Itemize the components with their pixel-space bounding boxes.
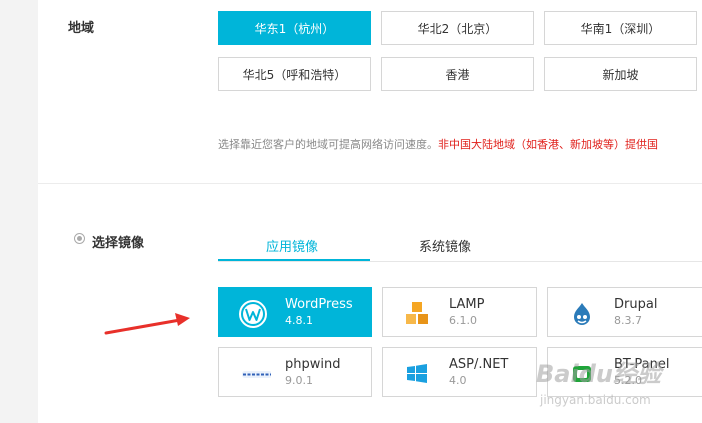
- tab-app-images[interactable]: 应用镜像: [266, 236, 318, 255]
- region-option-hangzhou[interactable]: 华东1（杭州）: [218, 11, 371, 45]
- lamp-cubes-icon: [406, 302, 428, 324]
- region-option-huhehaote[interactable]: 华北5（呼和浩特）: [218, 57, 371, 91]
- section-divider: [38, 183, 702, 184]
- image-version: 8.3.7: [614, 314, 642, 327]
- region-option-hongkong[interactable]: 香港: [381, 57, 534, 91]
- image-name: Drupal: [614, 297, 658, 312]
- watermark: Baidu经验: [536, 360, 661, 388]
- image-version: 6.1.0: [449, 314, 477, 327]
- image-name: ASP/.NET: [449, 357, 509, 372]
- image-version: 4.8.1: [285, 314, 313, 327]
- image-card-aspnet[interactable]: ASP/.NET 4.0: [382, 347, 537, 397]
- phpwind-logo-icon: [242, 371, 271, 378]
- image-name: phpwind: [285, 357, 341, 372]
- tab-system-images[interactable]: 系统镜像: [419, 236, 471, 255]
- image-version: 4.0: [449, 374, 467, 387]
- region-label: 地域: [68, 21, 95, 36]
- image-name: WordPress: [285, 297, 353, 312]
- region-option-singapore[interactable]: 新加坡: [544, 57, 697, 91]
- wordpress-icon: [239, 300, 267, 328]
- region-note-warning: 非中国大陆地域（如香港、新加坡等）提供国: [438, 138, 658, 151]
- drupal-drop-icon: [574, 303, 590, 325]
- image-card-lamp[interactable]: LAMP 6.1.0: [382, 287, 537, 337]
- tab-bar-line: [218, 261, 702, 262]
- image-card-drupal[interactable]: Drupal 8.3.7: [547, 287, 702, 337]
- region-note-text: 选择靠近您客户的地域可提高网络访问速度。: [218, 138, 438, 151]
- image-card-wordpress[interactable]: WordPress 4.8.1: [218, 287, 372, 337]
- image-card-phpwind[interactable]: phpwind 9.0.1: [218, 347, 372, 397]
- windows-logo-icon: [407, 364, 427, 383]
- image-version: 9.0.1: [285, 374, 313, 387]
- red-arrow-annotation: [104, 313, 190, 335]
- image-name: LAMP: [449, 297, 485, 312]
- region-option-shenzhen[interactable]: 华南1（深圳）: [544, 11, 697, 45]
- section-marker-icon: [74, 233, 85, 244]
- image-label: 选择镜像: [92, 236, 145, 251]
- tab-active-indicator: [218, 259, 370, 261]
- region-option-beijing[interactable]: 华北2（北京）: [381, 11, 534, 45]
- region-note: 选择靠近您客户的地域可提高网络访问速度。非中国大陆地域（如香港、新加坡等）提供国: [218, 136, 658, 152]
- watermark-url: jingyan.baidu.com: [540, 393, 651, 407]
